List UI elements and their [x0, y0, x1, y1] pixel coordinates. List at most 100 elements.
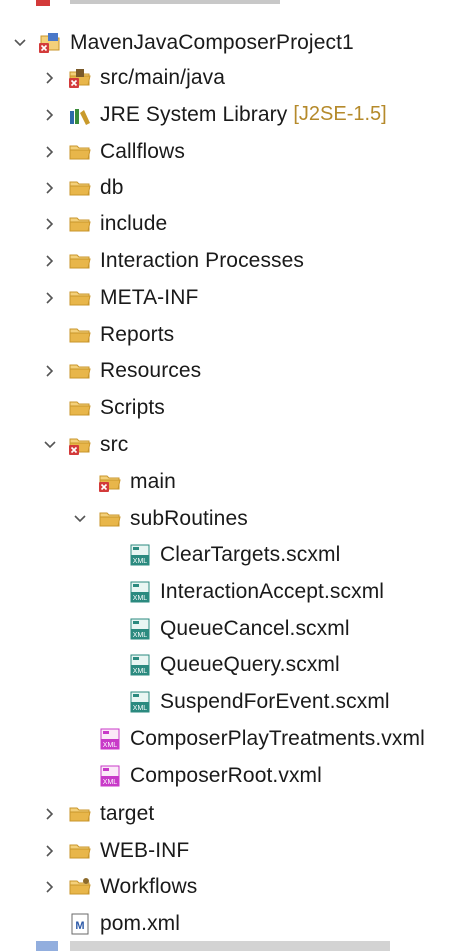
folder-icon: [66, 357, 94, 385]
tree-node-label: Callflows: [100, 139, 185, 163]
chevron-down-icon[interactable]: [66, 500, 94, 537]
tree-node-label: pom.xml: [100, 911, 181, 935]
tree-node-label: SuspendForEvent.scxml: [160, 689, 390, 713]
chevron-right-icon[interactable]: [36, 133, 64, 170]
no-chevron-spacer: [66, 757, 94, 794]
no-chevron-spacer: [66, 463, 94, 500]
tree-node-label: ComposerRoot.vxml: [130, 763, 322, 787]
tree-node-file[interactable]: SuspendForEvent.scxml: [96, 683, 390, 720]
jre-version-decoration: [J2SE-1.5]: [293, 103, 387, 125]
chevron-right-icon[interactable]: [36, 352, 64, 389]
tree-node-file[interactable]: ClearTargets.scxml: [96, 536, 340, 573]
tree-node-label: src/main/java: [100, 65, 226, 89]
tree-node-label: main: [130, 469, 176, 493]
chevron-right-icon[interactable]: [36, 868, 64, 905]
scxml-file-icon: [126, 688, 154, 716]
chevron-right-icon[interactable]: [36, 795, 64, 832]
tree-node-main[interactable]: main: [66, 463, 176, 500]
scxml-file-icon: [126, 615, 154, 643]
tree-node-composer-play[interactable]: ComposerPlayTreatments.vxml: [66, 720, 425, 757]
no-chevron-spacer: [96, 610, 124, 647]
folder-icon: [66, 837, 94, 865]
tree-node-reports[interactable]: Reports: [36, 316, 174, 353]
library-icon: [66, 101, 94, 129]
no-chevron-spacer: [66, 720, 94, 757]
chevron-down-icon[interactable]: [36, 426, 64, 463]
no-chevron-spacer: [96, 683, 124, 720]
tree-node-subroutines[interactable]: subRoutines: [66, 500, 248, 537]
folder-icon: [66, 138, 94, 166]
source-folder-icon: [66, 64, 94, 92]
no-chevron-spacer: [96, 536, 124, 573]
scxml-file-icon: [126, 651, 154, 679]
no-chevron-spacer: [36, 316, 64, 353]
chevron-right-icon[interactable]: [36, 279, 64, 316]
tree-node-label: META-INF: [100, 285, 199, 309]
folder-icon: [66, 210, 94, 238]
tree-node-jre[interactable]: JRE System Library [J2SE-1.5]: [36, 96, 387, 133]
chevron-right-icon[interactable]: [36, 242, 64, 279]
tree-node-label: Reports: [100, 322, 175, 346]
tree-node-pom[interactable]: pom.xml: [36, 905, 180, 942]
folder-icon: [66, 247, 94, 275]
tree-node-src[interactable]: src: [36, 426, 128, 463]
vxml-file-icon: [96, 725, 124, 753]
tree-node-label: QueueQuery.scxml: [160, 652, 340, 676]
chevron-down-icon[interactable]: [6, 24, 34, 61]
tree-node-label: MavenJavaComposerProject1: [70, 30, 354, 54]
folder-error-icon: [96, 468, 124, 496]
tree-node-label: Scripts: [100, 395, 165, 419]
tree-node-label: db: [100, 175, 124, 199]
chevron-right-icon[interactable]: [36, 169, 64, 206]
partial-row-top: [0, 0, 455, 20]
tree-node-label: ComposerPlayTreatments.vxml: [130, 726, 425, 750]
scxml-file-icon: [126, 578, 154, 606]
chevron-right-icon[interactable]: [36, 59, 64, 96]
chevron-right-icon[interactable]: [36, 205, 64, 242]
folder-icon: [66, 800, 94, 828]
tree-node-file[interactable]: QueueQuery.scxml: [96, 646, 340, 683]
folder-icon: [96, 505, 124, 533]
tree-node-meta-inf[interactable]: META-INF: [36, 279, 198, 316]
project-icon: [36, 29, 64, 57]
tree-node-include[interactable]: include: [36, 205, 167, 242]
vxml-file-icon: [96, 762, 124, 790]
maven-file-icon: [66, 910, 94, 938]
tree-node-file[interactable]: InteractionAccept.scxml: [96, 573, 384, 610]
tree-node-label: InteractionAccept.scxml: [160, 579, 385, 603]
tree-node-label: QueueCancel.scxml: [160, 616, 350, 640]
tree-node-composer-root[interactable]: ComposerRoot.vxml: [66, 757, 322, 794]
tree-node-label: ClearTargets.scxml: [160, 542, 341, 566]
no-chevron-spacer: [96, 573, 124, 610]
tree-node-callflows[interactable]: Callflows: [36, 133, 185, 170]
no-chevron-spacer: [96, 646, 124, 683]
tree-node-label: Workflows: [100, 874, 198, 898]
folder-icon: [66, 284, 94, 312]
workflow-folder-icon: [66, 873, 94, 901]
tree-node-interaction-processes[interactable]: Interaction Processes: [36, 242, 304, 279]
folder-icon: [66, 394, 94, 422]
tree-node-src-main-java[interactable]: src/main/java: [36, 59, 225, 96]
tree-node-resources[interactable]: Resources: [36, 352, 201, 389]
folder-error-icon: [66, 431, 94, 459]
tree-node-label: Resources: [100, 358, 202, 382]
partial-row-bottom: [0, 941, 455, 951]
tree-node-db[interactable]: db: [36, 169, 124, 206]
tree-node-label: src: [100, 432, 129, 456]
tree-node-label: subRoutines: [130, 506, 248, 530]
tree-node-file[interactable]: QueueCancel.scxml: [96, 610, 350, 647]
chevron-right-icon[interactable]: [36, 832, 64, 869]
chevron-right-icon[interactable]: [36, 96, 64, 133]
tree-node-target[interactable]: target: [36, 795, 154, 832]
no-chevron-spacer: [36, 389, 64, 426]
tree-node-label: target: [100, 801, 155, 825]
scxml-file-icon: [126, 541, 154, 569]
folder-icon: [66, 174, 94, 202]
no-chevron-spacer: [36, 905, 64, 942]
tree-node-scripts[interactable]: Scripts: [36, 389, 165, 426]
folder-icon: [66, 321, 94, 349]
tree-node-label: Interaction Processes: [100, 248, 305, 272]
tree-node-workflows[interactable]: Workflows: [36, 868, 197, 905]
tree-node-project[interactable]: MavenJavaComposerProject1: [6, 24, 354, 61]
tree-node-web-inf[interactable]: WEB-INF: [36, 832, 189, 869]
